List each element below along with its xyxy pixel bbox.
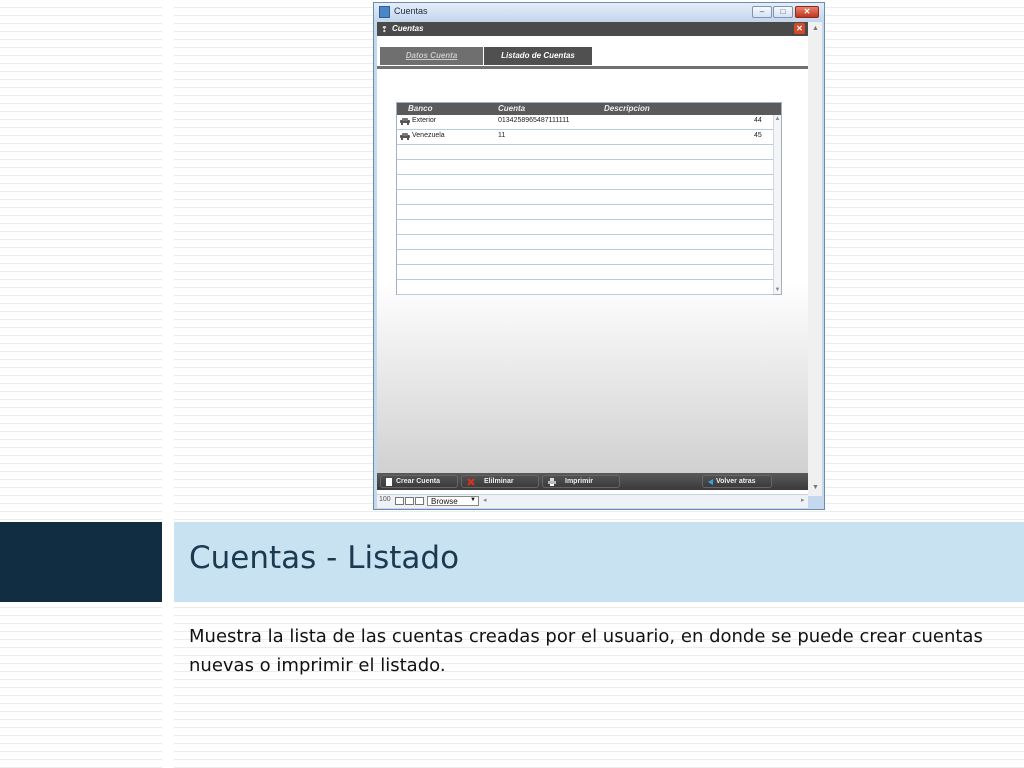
bottom-toolbar: Crear Cuenta Elilminar Imprimir Volver a… bbox=[377, 473, 808, 490]
list-content: Banco Cuenta Descripcion Exterior 013425… bbox=[377, 69, 808, 478]
app-icon bbox=[379, 6, 390, 18]
status-bar: 100 Browse ▼ ◂ ▸ bbox=[377, 494, 808, 508]
car-icon bbox=[400, 133, 410, 140]
header-descripcion[interactable]: Descripcion bbox=[604, 104, 650, 113]
close-layout-button[interactable]: ✕ bbox=[794, 23, 805, 34]
zoom-in-icon[interactable] bbox=[405, 497, 414, 505]
back-arrow-icon bbox=[708, 479, 713, 485]
title-accent-block bbox=[0, 522, 162, 602]
slide-body-text: Muestra la lista de las cuentas creadas … bbox=[189, 626, 983, 676]
cell-id: 45 bbox=[754, 132, 762, 139]
table-row[interactable] bbox=[397, 250, 773, 265]
scroll-down-icon[interactable]: ▼ bbox=[774, 286, 781, 294]
cell-banco: Venezuela bbox=[412, 132, 445, 139]
table-header: Banco Cuenta Descripcion bbox=[397, 103, 781, 115]
table-row[interactable] bbox=[397, 160, 773, 175]
table-row[interactable] bbox=[397, 265, 773, 280]
volver-atras-button[interactable]: Volver atras bbox=[702, 475, 772, 488]
scroll-up-icon[interactable]: ▲ bbox=[812, 25, 819, 32]
tab-datos-cuenta[interactable]: Datos Cuenta bbox=[380, 47, 483, 65]
cell-cuenta: 11 bbox=[498, 132, 506, 139]
layout-toggle-icon[interactable] bbox=[415, 497, 424, 505]
zoom-level[interactable]: 100 bbox=[379, 496, 391, 503]
accounts-table: Banco Cuenta Descripcion Exterior 013425… bbox=[396, 102, 782, 295]
scroll-up-icon[interactable]: ▲ bbox=[774, 115, 781, 123]
table-row[interactable] bbox=[397, 145, 773, 160]
maximize-button[interactable]: □ bbox=[773, 6, 793, 18]
scroll-left-icon[interactable]: ◂ bbox=[483, 496, 487, 504]
table-row[interactable]: Venezuela 11 45 bbox=[397, 130, 773, 145]
table-row[interactable] bbox=[397, 205, 773, 220]
layout-titlebar: ❢ Cuentas ✕ bbox=[377, 22, 808, 36]
pin-icon: ❢ bbox=[381, 25, 388, 34]
table-body: Exterior 0134258965487111111 44 Venezuel… bbox=[397, 115, 773, 295]
cell-cuenta: 0134258965487111111 bbox=[498, 117, 570, 124]
table-row[interactable] bbox=[397, 280, 773, 295]
tab-bar: Datos Cuenta Listado de Cuentas bbox=[377, 36, 808, 69]
slide-title: Cuentas - Listado bbox=[189, 540, 460, 576]
scroll-down-icon[interactable]: ▼ bbox=[812, 484, 819, 491]
window-titlebar[interactable]: Cuentas – □ ✕ bbox=[374, 3, 824, 22]
printer-icon bbox=[548, 478, 556, 486]
layout-title: Cuentas bbox=[392, 24, 424, 33]
scroll-right-icon[interactable]: ▸ bbox=[801, 496, 805, 504]
chevron-down-icon: ▼ bbox=[470, 497, 476, 503]
table-row[interactable] bbox=[397, 190, 773, 205]
imprimir-button[interactable]: Imprimir bbox=[542, 475, 620, 488]
document-icon bbox=[386, 478, 392, 486]
crear-cuenta-button[interactable]: Crear Cuenta bbox=[380, 475, 458, 488]
car-icon bbox=[400, 118, 410, 125]
table-row[interactable] bbox=[397, 220, 773, 235]
cell-banco: Exterior bbox=[412, 117, 437, 124]
table-row[interactable] bbox=[397, 175, 773, 190]
column-divider bbox=[162, 0, 174, 768]
table-scrollbar[interactable]: ▲ ▼ bbox=[773, 115, 781, 294]
table-row[interactable]: Exterior 0134258965487111111 44 bbox=[397, 115, 773, 130]
eliminar-button[interactable]: Elilminar bbox=[461, 475, 539, 488]
tab-listado-cuentas[interactable]: Listado de Cuentas bbox=[484, 47, 592, 65]
table-row[interactable] bbox=[397, 235, 773, 250]
app-window: Cuentas – □ ✕ ❢ Cuentas ✕ Datos Cuenta L… bbox=[373, 2, 825, 510]
cell-id: 44 bbox=[754, 117, 762, 124]
minimize-button[interactable]: – bbox=[752, 6, 772, 18]
zoom-out-icon[interactable] bbox=[395, 497, 404, 505]
header-cuenta[interactable]: Cuenta bbox=[498, 104, 525, 113]
document-area: ❢ Cuentas ✕ Datos Cuenta Listado de Cuen… bbox=[377, 22, 808, 496]
window-scrollbar[interactable]: ▲ ▼ bbox=[808, 22, 822, 496]
header-banco[interactable]: Banco bbox=[408, 104, 432, 113]
close-window-button[interactable]: ✕ bbox=[795, 6, 819, 18]
window-title: Cuentas bbox=[394, 6, 428, 16]
mode-select[interactable]: Browse ▼ bbox=[427, 496, 479, 506]
delete-x-icon bbox=[467, 478, 475, 486]
